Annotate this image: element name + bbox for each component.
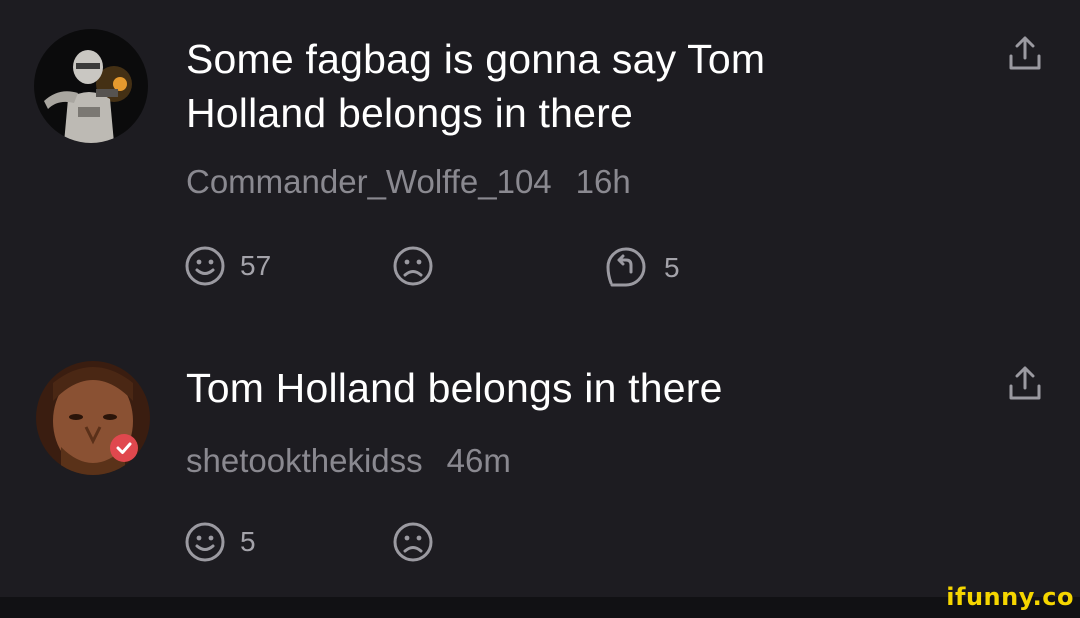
smile-count: 5 (240, 526, 256, 557)
verified-badge-icon (110, 434, 138, 462)
share-button[interactable] (1006, 34, 1044, 74)
smile-count: 57 (240, 250, 272, 281)
frown-icon (393, 246, 433, 286)
comments-screen: Some fagbag is gonna say Tom Holland bel… (0, 0, 1080, 597)
smile-icon (185, 522, 225, 562)
reply-count: 5 (664, 252, 680, 283)
reply-button[interactable]: 5 (604, 245, 680, 291)
timestamp: 46m (446, 442, 511, 479)
smile-icon (185, 246, 225, 286)
frown-button[interactable] (392, 245, 434, 287)
clone-trooper-avatar[interactable] (34, 29, 148, 143)
username[interactable]: Commander_Wolffe_104 (186, 163, 552, 200)
frown-button[interactable] (392, 521, 434, 563)
smile-button[interactable]: 57 (184, 245, 271, 287)
username[interactable]: shetookthekidss (186, 442, 423, 479)
frown-icon (393, 522, 433, 562)
timestamp: 16h (575, 163, 631, 200)
share-icon (1009, 36, 1041, 70)
reply-icon (606, 247, 646, 287)
smile-button[interactable]: 5 (184, 521, 256, 563)
comment-meta: shetookthekidss 46m (186, 442, 511, 480)
comment-text: Tom Holland belongs in there (186, 365, 723, 411)
share-button[interactable] (1006, 364, 1044, 404)
watermark-bar (0, 597, 1080, 618)
ifunny-watermark: ifunny.co (946, 583, 1074, 611)
comment-text: Some fagbag is gonna say Tom Holland bel… (186, 36, 766, 136)
comment-meta: Commander_Wolffe_104 16h (186, 163, 631, 201)
share-icon (1009, 366, 1041, 400)
